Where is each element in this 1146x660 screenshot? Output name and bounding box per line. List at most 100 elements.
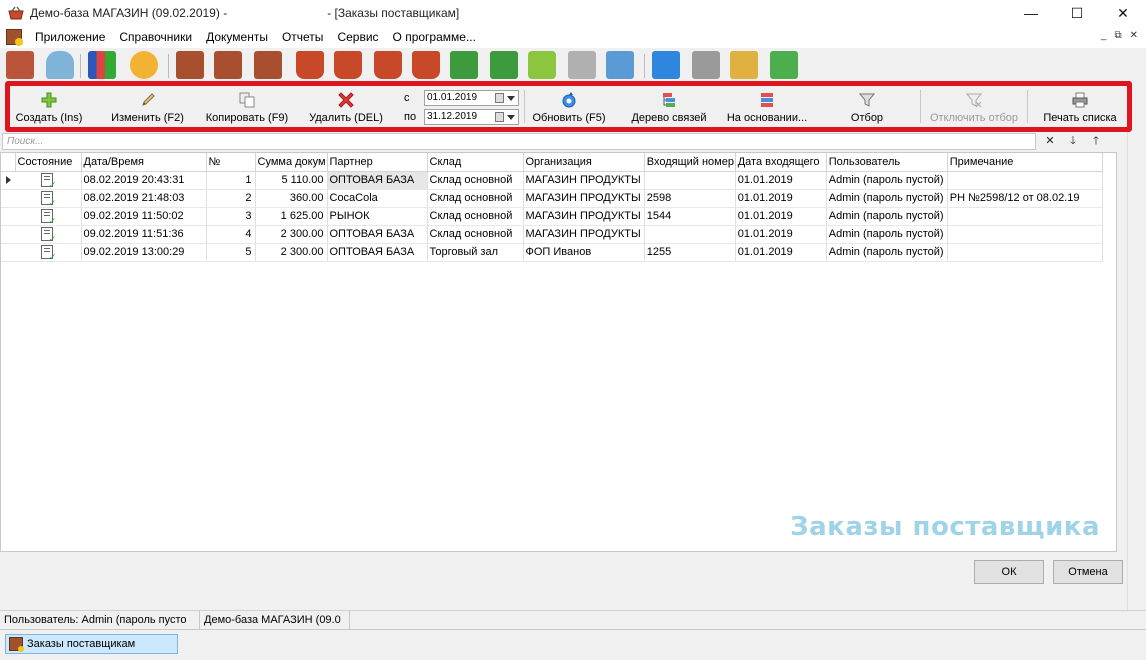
cell[interactable] [644, 171, 736, 190]
document-star-icon[interactable] [176, 51, 204, 79]
clear-search-icon[interactable]: ✕ [1040, 133, 1060, 150]
cell[interactable]: 01.01.2019 [735, 189, 827, 208]
cell[interactable]: РН №2598/12 от 08.02.19 [947, 189, 1103, 208]
cell[interactable]: 1255 [644, 243, 736, 262]
document-menu-icon[interactable] [6, 29, 23, 46]
tab-supplier-orders[interactable]: Заказы поставщикам [5, 634, 178, 654]
cell[interactable]: Торговый зал [427, 243, 524, 262]
cell[interactable]: ОПТОВАЯ БАЗА [327, 171, 428, 190]
cell[interactable]: Склад основной [427, 189, 524, 208]
cell[interactable]: 2 [206, 189, 256, 208]
basket-star-icon[interactable] [296, 51, 324, 79]
column-header[interactable]: Дата/Время [81, 153, 207, 172]
cell[interactable]: ФОП Иванов [523, 243, 645, 262]
create-button[interactable]: Создать (Ins) [14, 86, 84, 127]
cell[interactable]: МАГАЗИН ПРОДУКТЫ [523, 189, 645, 208]
cell[interactable]: 1 [206, 171, 256, 190]
cell[interactable]: 2598 [644, 189, 736, 208]
menu-documents[interactable]: Документы [199, 30, 275, 44]
menu-application[interactable]: Приложение [28, 30, 112, 44]
mdi-restore-button[interactable]: ⧉ [1114, 30, 1121, 41]
column-header[interactable]: № [206, 153, 256, 172]
copy-button[interactable]: Копировать (F9) [203, 86, 291, 127]
column-header[interactable]: Входящий номер [644, 153, 736, 172]
column-header[interactable]: Склад [427, 153, 524, 172]
menu-reports[interactable]: Отчеты [275, 30, 330, 44]
scales-icon[interactable] [730, 51, 758, 79]
table-row[interactable]: 08.02.2019 20:43:31 1 5 110.00 ОПТОВАЯ Б… [1, 171, 1103, 190]
filter-button[interactable]: Отбор [840, 86, 894, 127]
maximize-button[interactable]: ☐ [1054, 0, 1100, 26]
table-row[interactable]: 09.02.2019 13:00:29 5 2 300.00 ОПТОВАЯ Б… [1, 243, 1103, 262]
link-tree-button[interactable]: Дерево связей [628, 86, 710, 127]
mdi-minimize-button[interactable]: _ [1101, 30, 1107, 41]
delete-button[interactable]: Удалить (DEL) [307, 86, 385, 127]
cell[interactable]: МАГАЗИН ПРОДУКТЫ [523, 171, 645, 190]
column-header[interactable]: Пользователь [826, 153, 948, 172]
cell[interactable]: 09.02.2019 13:00:29 [81, 243, 207, 262]
cell[interactable]: 08.02.2019 21:48:03 [81, 189, 207, 208]
cell[interactable]: 5 110.00 [255, 171, 328, 190]
cell[interactable]: ОПТОВАЯ БАЗА [327, 225, 428, 244]
column-header[interactable]: Дата входящего [735, 153, 827, 172]
refresh-button[interactable]: Обновить (F5) [530, 86, 608, 127]
upload-icon[interactable] [770, 51, 798, 79]
close-button[interactable]: ✕ [1100, 0, 1146, 26]
truck-icon[interactable] [528, 51, 556, 79]
spellcheck-icon[interactable] [606, 51, 634, 79]
money-add-icon[interactable] [490, 51, 518, 79]
menu-service[interactable]: Сервис [330, 30, 385, 44]
table-row[interactable]: 09.02.2019 11:51:36 4 2 300.00 ОПТОВАЯ Б… [1, 225, 1103, 244]
dropdown-arrow-icon[interactable] [507, 95, 515, 101]
cell[interactable]: Склад основной [427, 225, 524, 244]
dropdown-arrow-icon[interactable] [507, 114, 515, 120]
cell[interactable]: 1 625.00 [255, 207, 328, 226]
cell[interactable]: CocaCola [327, 189, 428, 208]
document-remove-icon[interactable] [254, 51, 282, 79]
cell[interactable]: 01.01.2019 [735, 225, 827, 244]
cell[interactable]: 3 [206, 207, 256, 226]
cell[interactable]: 08.02.2019 20:43:31 [81, 171, 207, 190]
ok-button[interactable]: ОК [974, 560, 1044, 584]
cell[interactable]: РЫНОК [327, 207, 428, 226]
edit-button[interactable]: Изменить (F2) [110, 86, 185, 127]
cell[interactable]: 360.00 [255, 189, 328, 208]
calendar-icon[interactable] [495, 92, 504, 103]
column-header[interactable]: Партнер [327, 153, 428, 172]
mdi-close-button[interactable]: ✕ [1130, 30, 1138, 41]
cancel-button[interactable]: Отмена [1053, 560, 1123, 584]
cell[interactable]: 2 300.00 [255, 225, 328, 244]
date-from-input[interactable]: 01.01.2019 [424, 89, 519, 106]
cell[interactable]: Admin (пароль пустой) [826, 225, 948, 244]
printer-icon[interactable] [692, 51, 720, 79]
export-icon[interactable] [652, 51, 680, 79]
document-add-icon[interactable] [214, 51, 242, 79]
cell[interactable]: 09.02.2019 11:50:02 [81, 207, 207, 226]
cell[interactable]: 09.02.2019 11:51:36 [81, 225, 207, 244]
cell[interactable] [947, 225, 1103, 244]
column-header[interactable]: Организация [523, 153, 645, 172]
cell[interactable]: 4 [206, 225, 256, 244]
search-next-icon[interactable]: 🡓 [1063, 133, 1083, 150]
menu-references[interactable]: Справочники [112, 30, 199, 44]
users-icon[interactable] [130, 51, 158, 79]
money-icon[interactable] [450, 51, 478, 79]
column-header[interactable]: Сумма докум [255, 153, 328, 172]
cell[interactable]: МАГАЗИН ПРОДУКТЫ [523, 225, 645, 244]
based-on-button[interactable]: На основании... [724, 86, 810, 127]
cell[interactable] [947, 243, 1103, 262]
basket-add-icon[interactable] [334, 51, 362, 79]
cell[interactable]: Склад основной [427, 171, 524, 190]
search-input[interactable]: Поиск... [2, 133, 1036, 150]
minimize-button[interactable]: — [1008, 0, 1054, 26]
menu-about[interactable]: О программе... [386, 30, 483, 44]
cell[interactable]: 01.01.2019 [735, 243, 827, 262]
search-prev-icon[interactable]: 🡑 [1086, 133, 1106, 150]
table-row[interactable]: 08.02.2019 21:48:03 2 360.00 CocaCola Ск… [1, 189, 1103, 208]
filter-off-button[interactable]: Отключить отбор [926, 86, 1022, 127]
cell[interactable]: Admin (пароль пустой) [826, 189, 948, 208]
cell[interactable]: Admin (пароль пустой) [826, 243, 948, 262]
calendar-icon[interactable] [495, 111, 504, 122]
basket-edit-icon[interactable] [412, 51, 440, 79]
cell[interactable] [644, 225, 736, 244]
